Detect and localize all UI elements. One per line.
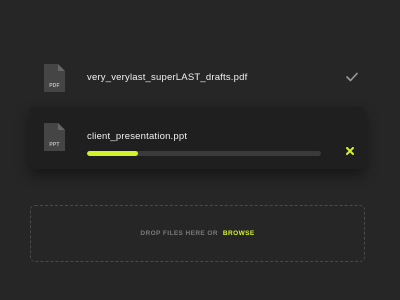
browse-link[interactable]: BROWSE xyxy=(223,230,255,237)
upload-progress-bar xyxy=(87,151,321,156)
close-icon[interactable] xyxy=(346,147,354,155)
file-row-complete: PDF very_verylast_superLAST_drafts.pdf xyxy=(30,60,365,100)
file-row-uploading: PPT client_presentation.ppt xyxy=(30,107,365,169)
upload-progress-fill xyxy=(87,151,139,156)
file-type-label: PPT xyxy=(49,142,60,148)
file-dropzone[interactable]: DROP FILES HERE OR BROWSE xyxy=(30,205,365,262)
file-type-label: PDF xyxy=(49,83,60,89)
pdf-file-icon: PDF xyxy=(44,64,65,92)
file-name: client_presentation.ppt xyxy=(87,131,188,142)
dropzone-label: DROP FILES HERE OR xyxy=(140,230,218,237)
ppt-file-icon: PPT xyxy=(44,123,65,151)
check-icon xyxy=(346,72,358,82)
file-name: very_verylast_superLAST_drafts.pdf xyxy=(87,72,248,83)
